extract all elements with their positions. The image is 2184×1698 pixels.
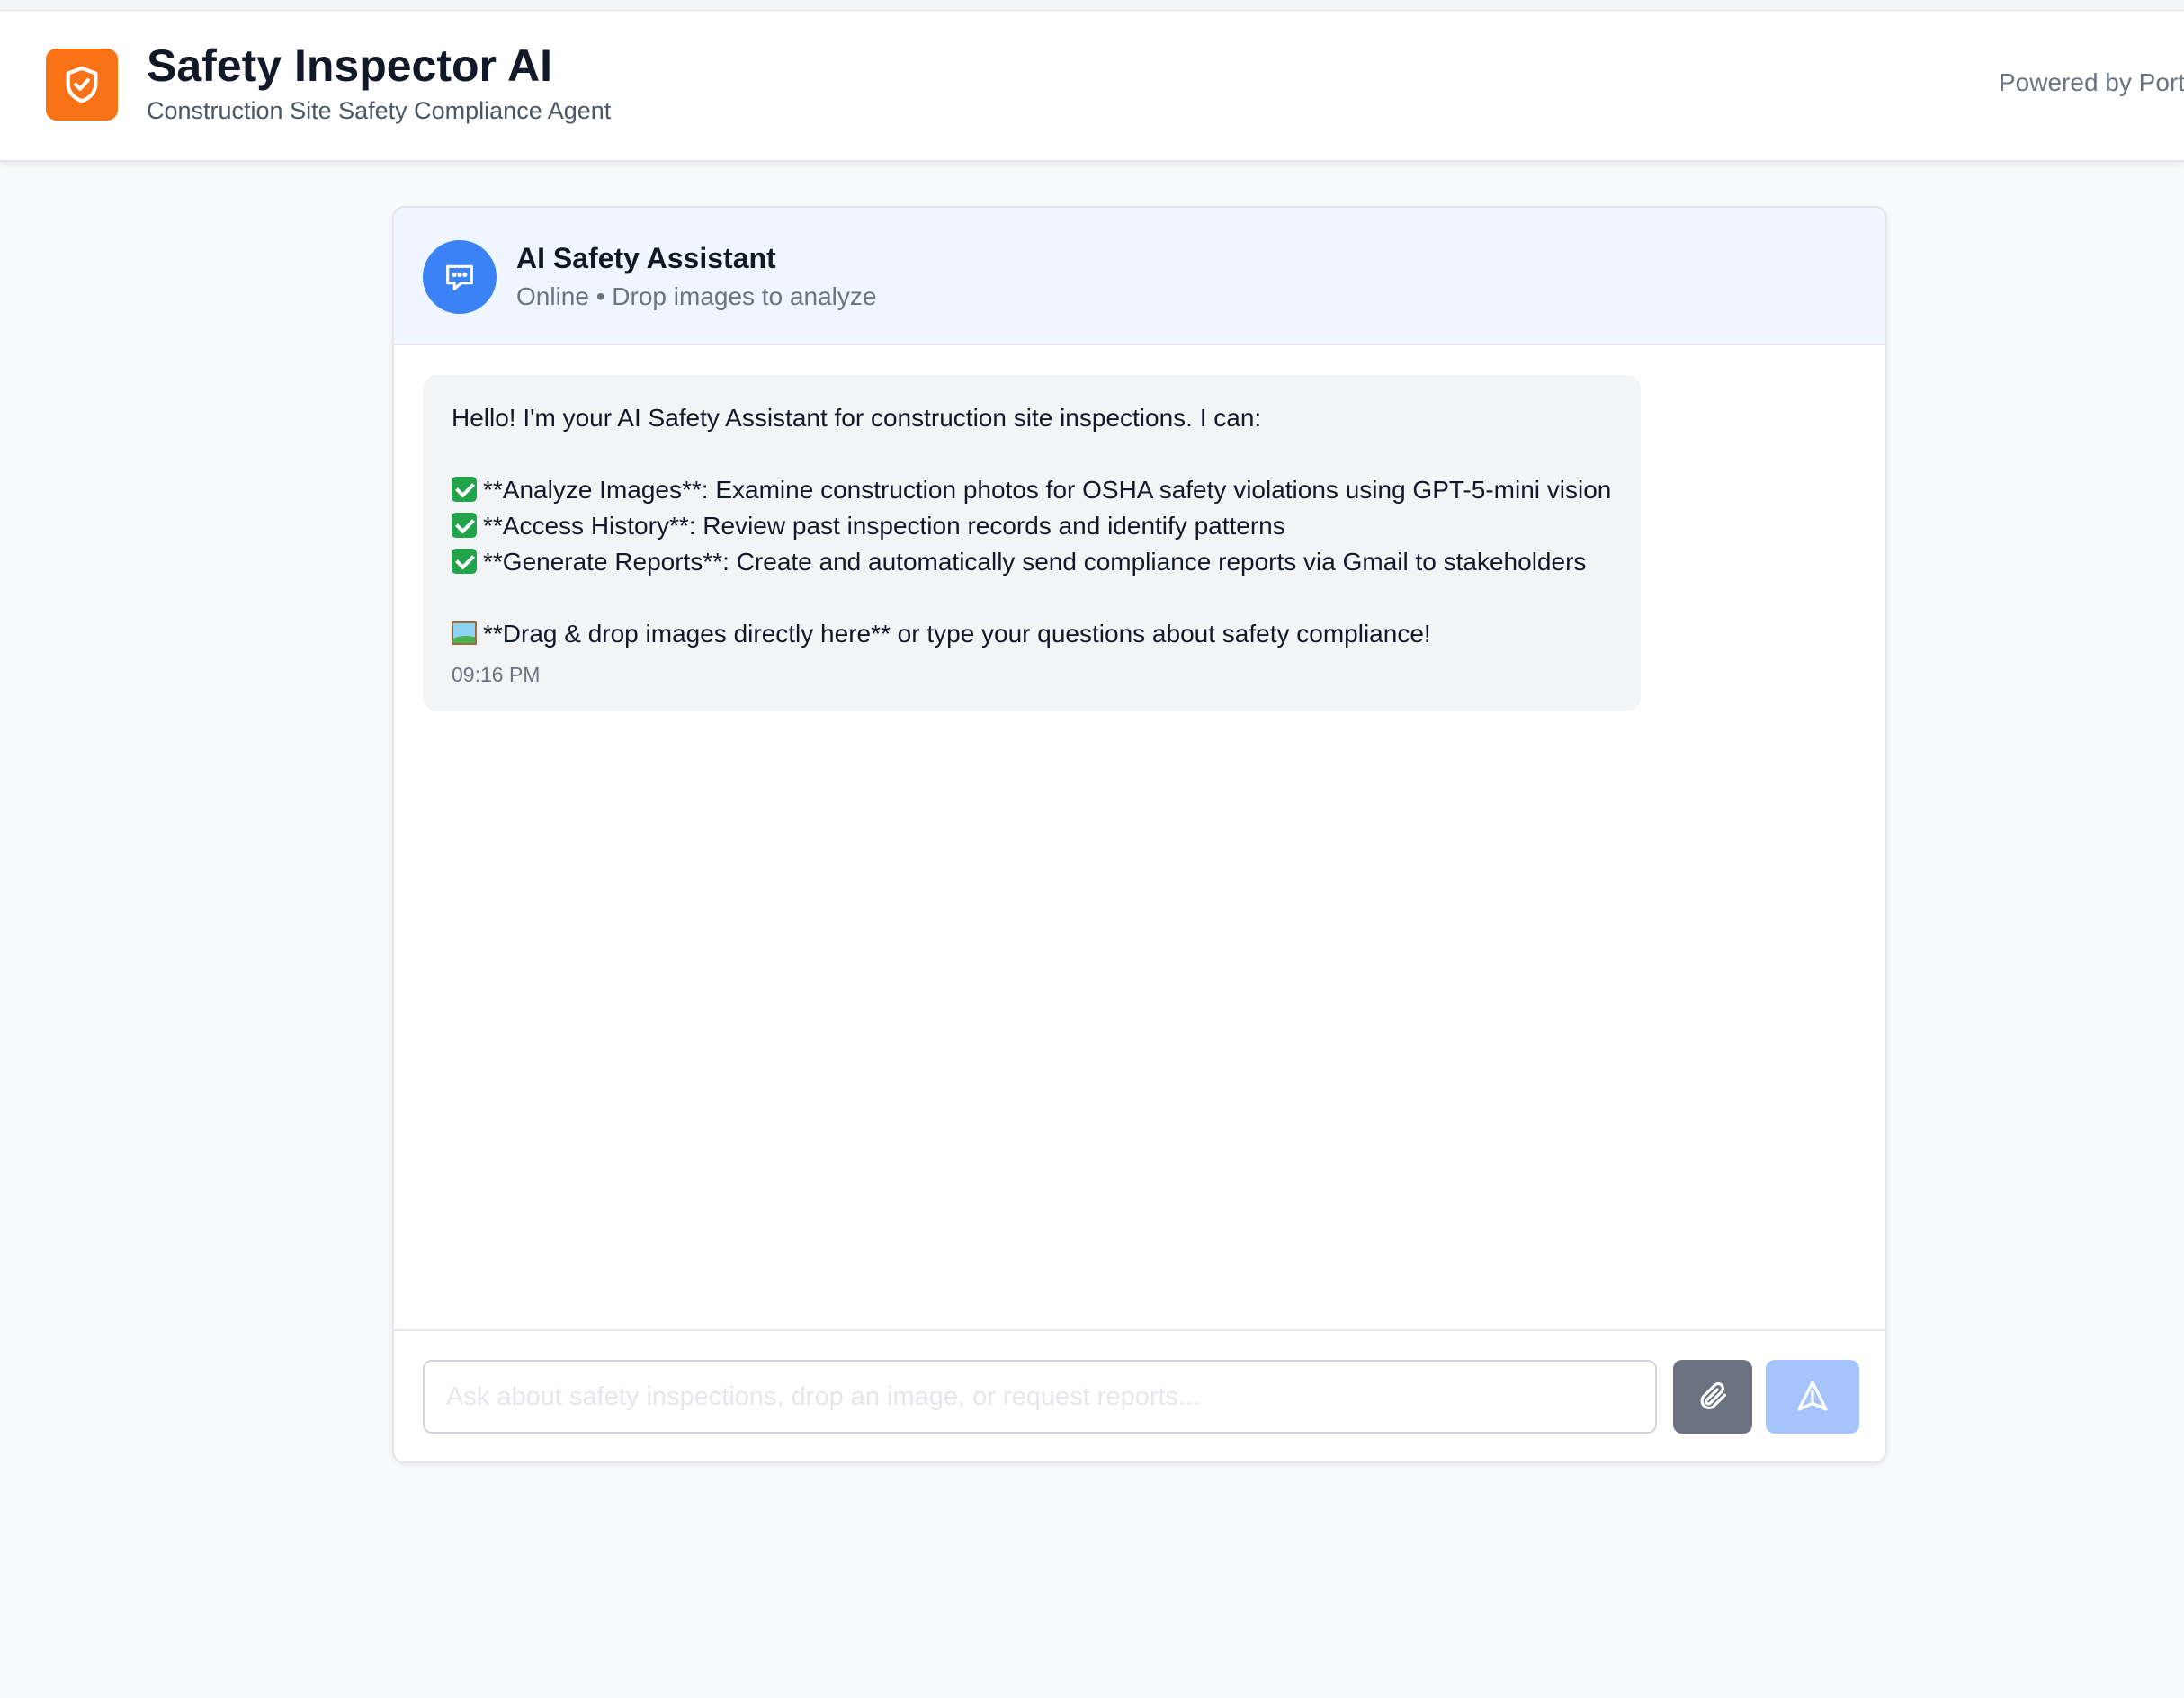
feature-item: **Analyze Images**: Examine construction…: [452, 472, 1612, 508]
app-header: Safety Inspector AI Construction Site Sa…: [0, 11, 2184, 162]
message-intro: Hello! I'm your AI Safety Assistant for …: [452, 404, 1262, 432]
closing-text: **Drag & drop images directly here** or …: [483, 620, 1431, 648]
assistant-name: AI Safety Assistant: [516, 242, 776, 274]
check-mark-icon: [452, 549, 477, 574]
powered-by-label: Powered by Port: [1999, 68, 2184, 96]
chat-bubble-icon: [423, 240, 497, 314]
paperclip-icon: [1696, 1379, 1730, 1416]
assistant-status: Online • Drop images to analyze: [516, 282, 877, 310]
feature-item: **Generate Reports**: Create and automat…: [452, 544, 1612, 580]
shield-check-icon: [46, 49, 118, 121]
chat-header: AI Safety Assistant Online • Drop images…: [394, 208, 1885, 345]
message-closing: **Drag & drop images directly here** or …: [452, 616, 1612, 652]
send-icon: [1795, 1378, 1830, 1416]
feature-text: **Generate Reports**: Create and automat…: [483, 548, 1587, 576]
app-title: Safety Inspector AI: [147, 40, 553, 91]
app-subtitle: Construction Site Safety Compliance Agen…: [147, 97, 612, 124]
check-mark-icon: [452, 513, 477, 538]
feature-item: **Access History**: Review past inspecti…: [452, 508, 1612, 544]
input-area: [394, 1329, 1885, 1461]
assistant-message: Hello! I'm your AI Safety Assistant for …: [423, 375, 1641, 711]
framed-picture-icon: [452, 621, 477, 645]
browser-top-strip: [0, 0, 2184, 11]
message-input[interactable]: [423, 1360, 1657, 1434]
check-mark-icon: [452, 477, 477, 502]
attach-button[interactable]: [1673, 1360, 1752, 1434]
feature-text: **Analyze Images**: Examine construction…: [483, 476, 1612, 504]
feature-text: **Access History**: Review past inspecti…: [483, 512, 1285, 540]
send-button[interactable]: [1766, 1360, 1859, 1434]
message-timestamp: 09:16 PM: [452, 663, 541, 686]
chat-panel: AI Safety Assistant Online • Drop images…: [392, 206, 1887, 1463]
